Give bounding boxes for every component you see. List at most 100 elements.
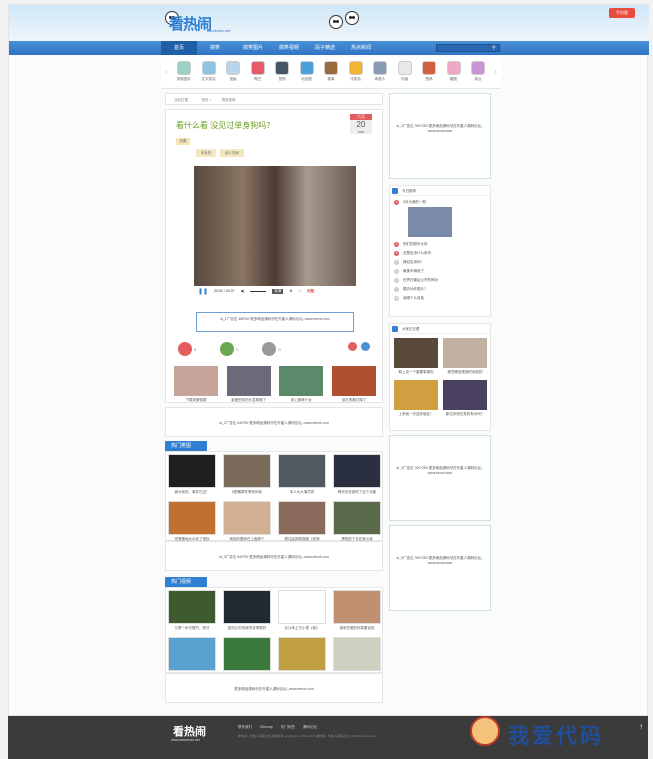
category-item[interactable]: 文字笑话 <box>200 61 218 82</box>
related-thumbnail[interactable] <box>226 366 271 396</box>
list-item[interactable]: 6 世界在最后公开的神功 <box>394 276 486 285</box>
grid-caption[interactable]: 用来恋爱的你笑着说说 <box>333 626 381 631</box>
list-item[interactable]: 8 我哪个么另各 <box>394 294 486 303</box>
category-icon[interactable] <box>373 61 387 75</box>
grid-item[interactable]: 《超级玛丽》里的隐藏 <box>168 637 216 678</box>
vote-item[interactable]: 0 <box>262 342 281 356</box>
tag-button[interactable]: 单身狗 <box>196 149 216 157</box>
grid-thumbnail[interactable] <box>223 454 271 488</box>
category-item[interactable]: 奇葩人 <box>371 61 389 82</box>
category-icon[interactable] <box>299 61 314 75</box>
related-thumbnail[interactable] <box>279 366 324 396</box>
related-caption[interactable]: 亲爱的你的头发掉落了 <box>227 398 271 403</box>
ad-banner[interactable]: id_3广告位 640*90 更多精品源码尽在外星人源码论坛--www.eeno… <box>165 541 383 571</box>
ad-banner[interactable]: 更多精品源码尽在外星人源码论坛--www.eenot.com <box>165 673 383 703</box>
mobile-version-button[interactable]: 手机版 <box>609 8 635 18</box>
grid-item[interactable]: 不打架你要的爱情绝招 <box>333 637 381 678</box>
watching-caption[interactable]: 上来就一次送你朋友！ <box>394 412 438 417</box>
grid-item[interactable]: 我为你的，事件已过！ <box>168 454 216 495</box>
grid-thumbnail[interactable] <box>223 501 271 535</box>
nav-item[interactable]: 首页 <box>161 41 197 55</box>
watching-item[interactable]: 那些精选视频时间真的 <box>443 338 487 375</box>
category-item[interactable]: 漫画 <box>224 61 242 82</box>
grid-thumbnail[interactable] <box>278 590 326 624</box>
grid-caption[interactable]: 我为你的，事件已过！ <box>168 490 216 495</box>
list-item[interactable]: 2 他们的超市大妈 <box>394 240 486 249</box>
watching-caption[interactable]: 和上议一个重要事情的 <box>394 370 438 375</box>
grid-caption[interactable]: 如何让你的城市变得更好 <box>223 626 271 631</box>
nav-item[interactable]: 热点新闻 <box>341 41 377 55</box>
video-frame[interactable] <box>194 166 356 286</box>
grid-item[interactable]: 晴天你全部吃了这个功能 <box>333 454 381 495</box>
watching-thumbnail[interactable] <box>443 380 487 410</box>
related-caption[interactable]: 该打的都打掉了 <box>332 398 376 403</box>
grid-thumbnail[interactable] <box>278 501 326 535</box>
grid-item[interactable]: 如何让你的城市变得更好 <box>223 590 271 631</box>
footer-link[interactable]: 源码论坛 <box>303 725 317 730</box>
category-item[interactable]: 糗事 <box>322 61 340 82</box>
category-item[interactable]: 冷笑话 <box>347 61 365 82</box>
category-item[interactable]: 动态图 <box>298 61 316 82</box>
settings-icon[interactable]: ⚙ <box>289 289 292 293</box>
category-item[interactable]: 趣图 <box>445 61 463 82</box>
nav-item[interactable]: 搞笑 <box>197 41 233 55</box>
related-caption[interactable]: 下载到微信群 <box>174 398 218 403</box>
grid-thumbnail[interactable] <box>223 590 271 624</box>
today-thumbnail[interactable] <box>408 207 452 237</box>
vote-item[interactable]: 0 <box>178 342 196 356</box>
chevron-left-icon[interactable]: ‹ <box>165 69 167 76</box>
grid-thumbnail[interactable] <box>278 637 326 671</box>
nav-item[interactable]: 段子精选 <box>305 41 341 55</box>
quality-button[interactable]: 标清 <box>272 288 284 294</box>
vote-item[interactable]: 0 <box>220 342 238 356</box>
category-icon[interactable] <box>397 61 412 75</box>
grid-thumbnail[interactable] <box>333 590 381 624</box>
category-icon[interactable] <box>177 61 191 75</box>
grid-thumbnail[interactable] <box>168 454 216 488</box>
grid-item[interactable]: 又是一年光棍节，别只 <box>168 590 216 631</box>
grid-item[interactable]: 原住民搞笑视频《老师 <box>278 501 326 542</box>
list-item[interactable]: 5 最美车辆地了 <box>394 267 486 276</box>
category-item[interactable]: 内涵 <box>396 61 414 82</box>
search-input[interactable]: ⚲ <box>436 44 500 52</box>
watching-item[interactable]: 上来就一次送你朋友！ <box>394 380 438 417</box>
watching-item[interactable]: 那位你现在真的有对吗？ <box>443 380 487 417</box>
grid-item[interactable]: 6割情寒冬季你你你 <box>223 454 271 495</box>
breadcrumb-home[interactable]: 首页 > <box>202 98 212 102</box>
grid-caption[interactable]: 6割情寒冬季你你你 <box>223 490 271 495</box>
footer-link[interactable]: Sitemap <box>260 725 273 730</box>
tag-button[interactable]: 超人回家 <box>220 149 244 157</box>
pause-icon[interactable]: ❚❚ <box>198 288 208 295</box>
category-item[interactable]: 嘴巴 <box>249 61 267 82</box>
grid-thumbnail[interactable] <box>168 590 216 624</box>
vote-icon[interactable] <box>178 342 192 356</box>
category-icon[interactable] <box>471 61 485 75</box>
vote-icon[interactable] <box>262 342 277 356</box>
footer-link[interactable]: 联系我们 <box>238 725 252 730</box>
related-thumbnail[interactable] <box>174 366 218 396</box>
grid-item[interactable]: 长沙本土方小表《鸡群》 <box>223 637 271 678</box>
volume-icon[interactable]: ◀) <box>241 289 245 293</box>
watching-caption[interactable]: 那些精选视频时间真的 <box>443 370 487 375</box>
volume-slider[interactable] <box>250 290 267 292</box>
category-icon[interactable] <box>422 61 436 75</box>
grid-item[interactable]: 长沙本土方小表《我》 <box>278 590 326 631</box>
category-icon[interactable] <box>226 61 240 75</box>
related-item[interactable]: 亲爱的你的头发掉落了 <box>226 366 271 403</box>
grid-thumbnail[interactable] <box>333 501 381 535</box>
nav-item[interactable]: 搞笑视频 <box>269 41 305 55</box>
nav-item[interactable]: 搞笑图片 <box>233 41 269 55</box>
list-item[interactable]: 3 这是告诉什么系列 <box>394 249 486 258</box>
grid-thumbnail[interactable] <box>333 454 381 488</box>
category-tag[interactable]: 分类 <box>176 138 190 145</box>
footer-logo[interactable]: 看热闹 <box>173 723 206 739</box>
fullscreen-icon[interactable]: ⛶ <box>299 289 301 293</box>
watching-item[interactable]: 和上议一个重要事情的 <box>394 338 438 375</box>
category-icon[interactable] <box>446 61 461 75</box>
category-item[interactable]: 笑点 <box>469 61 487 82</box>
ad-inline[interactable]: id_1广告位 468*60 更多精品源码尽在外星人源码论坛--www.eeno… <box>196 312 354 332</box>
related-caption[interactable]: 床上那两个女 <box>279 398 323 403</box>
breadcrumb-current[interactable]: 搞笑视频 <box>222 98 236 102</box>
grid-caption[interactable]: 晴天你全部吃了这个功能 <box>333 490 381 495</box>
related-thumbnail[interactable] <box>331 366 376 396</box>
